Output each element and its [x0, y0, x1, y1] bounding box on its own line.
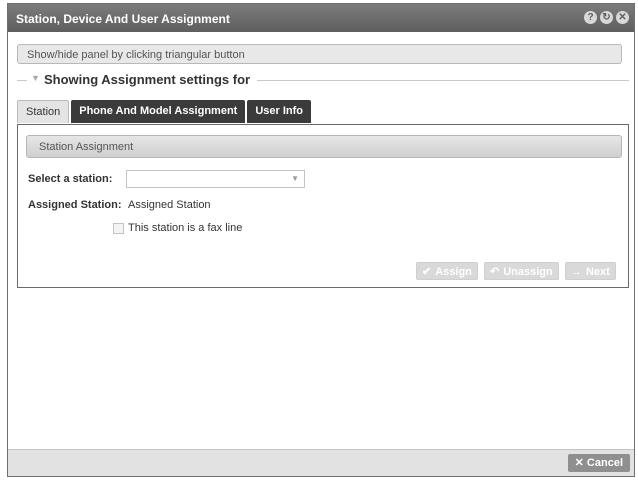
cancel-button[interactable]: ✕ Cancel	[567, 454, 630, 472]
title-icons: ? ↻ ✕	[584, 11, 629, 24]
tab-user-info[interactable]: User Info	[247, 100, 312, 123]
assigned-station-value: Assigned Station	[128, 199, 211, 211]
dialog-titlebar: Station, Device And User Assignment ? ↻ …	[8, 4, 634, 32]
cancel-button-label: Cancel	[586, 457, 623, 469]
check-icon: ✔	[422, 266, 432, 278]
chevron-down-icon: ▼	[291, 174, 299, 183]
help-icon[interactable]: ?	[584, 11, 597, 24]
fax-line-label: This station is a fax line	[128, 222, 243, 234]
legend-line-right	[257, 80, 629, 81]
tab-station[interactable]: Station	[17, 100, 70, 123]
panel-toggle-hint: Show/hide panel by clicking triangular b…	[17, 44, 622, 64]
arrow-right-icon: →	[571, 266, 582, 278]
select-station-label: Select a station:	[28, 173, 113, 185]
assign-button[interactable]: ✔ Assign	[416, 262, 478, 280]
dialog-footer: ✕ Cancel	[8, 449, 634, 476]
next-button-label: Next	[586, 266, 610, 278]
assignment-dialog: Station, Device And User Assignment ? ↻ …	[7, 3, 635, 477]
fax-line-checkbox[interactable]	[113, 223, 124, 234]
station-tab-panel: Station Assignment Select a station: ▼ A…	[17, 124, 629, 288]
assigned-station-label: Assigned Station:	[28, 199, 122, 211]
unassign-button[interactable]: ↶ Unassign	[484, 262, 559, 280]
next-button[interactable]: → Next	[565, 262, 616, 280]
refresh-icon[interactable]: ↻	[600, 11, 613, 24]
cancel-icon: ✕	[574, 457, 584, 469]
unassign-button-label: Unassign	[503, 266, 553, 278]
close-icon[interactable]: ✕	[616, 11, 629, 24]
assignment-fieldset-legend: ▼ Showing Assignment settings for	[17, 72, 629, 88]
station-assignment-header: Station Assignment	[26, 135, 622, 158]
tab-bar: Station Phone And Model Assignment User …	[17, 100, 312, 123]
assign-button-label: Assign	[435, 266, 472, 278]
collapse-triangle-icon[interactable]: ▼	[31, 73, 40, 83]
tab-phone-and-model[interactable]: Phone And Model Assignment	[71, 100, 246, 123]
station-select[interactable]: ▼	[126, 170, 305, 188]
dialog-title: Station, Device And User Assignment	[16, 12, 230, 26]
section-legend: Showing Assignment settings for	[44, 72, 251, 87]
undo-icon: ↶	[490, 266, 500, 278]
legend-line-left	[17, 80, 27, 81]
